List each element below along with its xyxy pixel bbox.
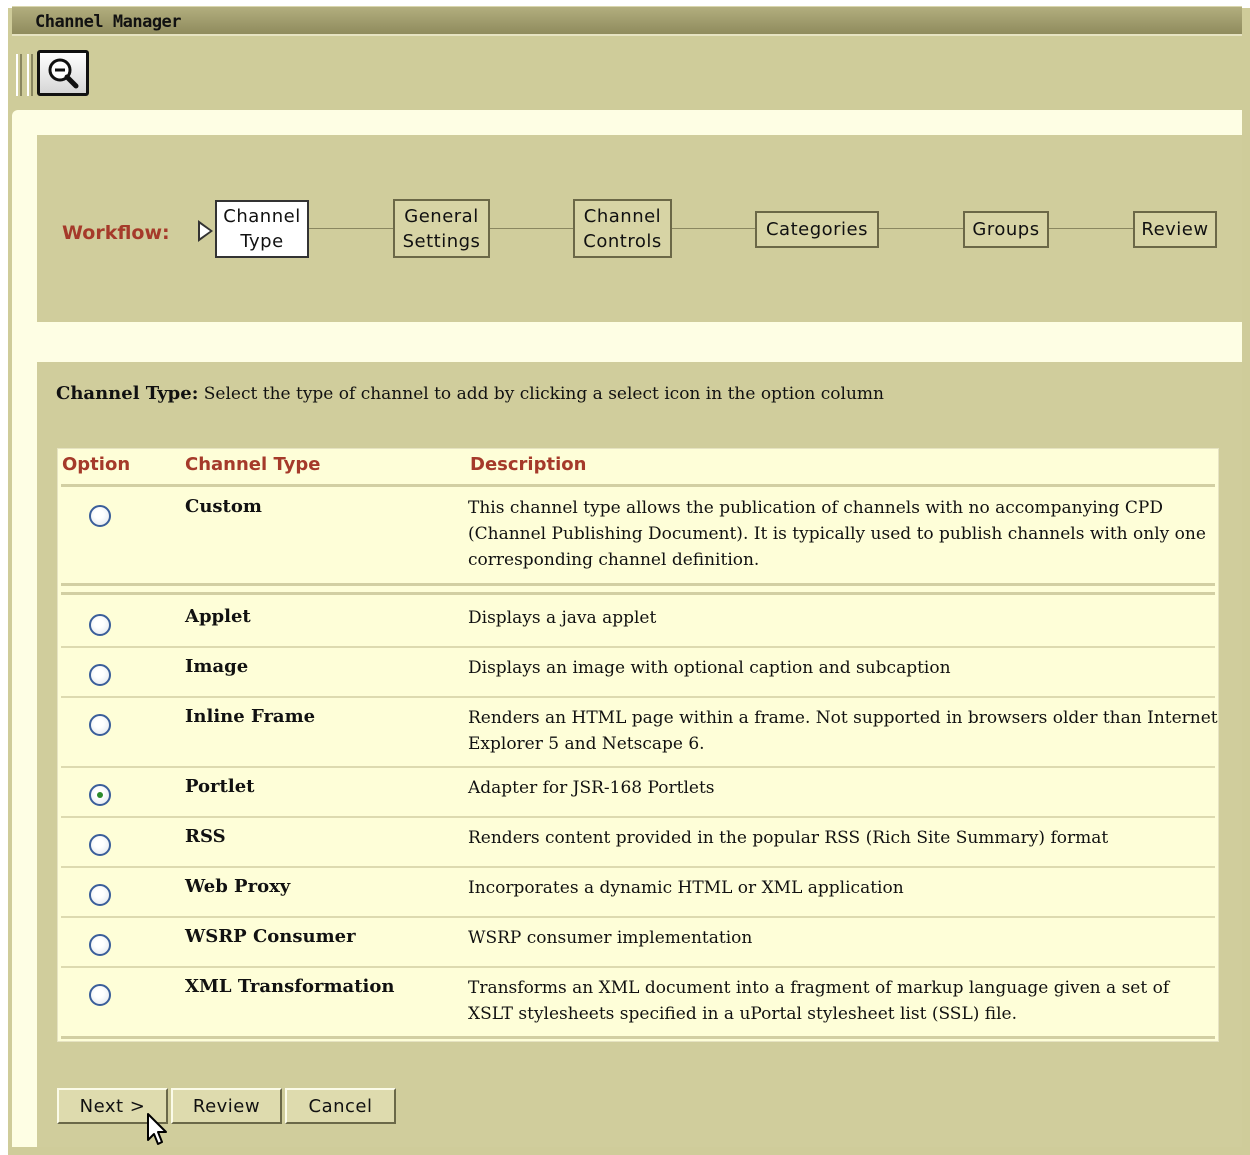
workflow-step-review[interactable]: Review xyxy=(1133,211,1217,248)
zoom-out-icon xyxy=(48,58,79,89)
radio-wsrp-consumer[interactable] xyxy=(89,934,111,956)
workflow-connector xyxy=(307,228,395,229)
review-button[interactable]: Review xyxy=(171,1088,282,1124)
radio-custom[interactable] xyxy=(89,505,111,527)
column-header-option: Option xyxy=(62,454,131,475)
channel-type-description: This channel type allows the publication… xyxy=(468,498,1206,570)
row-divider xyxy=(61,592,1215,595)
row-divider xyxy=(61,766,1215,768)
workflow-step-general-settings[interactable]: General Settings xyxy=(393,199,490,258)
instruction-text: Channel Type: Select the type of channel… xyxy=(56,383,884,404)
channel-type-description: Renders an HTML page within a frame. Not… xyxy=(468,708,1218,754)
row-divider xyxy=(61,966,1215,968)
mouse-cursor-icon xyxy=(147,1113,167,1145)
channel-type-description: WSRP consumer implementation xyxy=(468,928,753,948)
workflow-step-groups[interactable]: Groups xyxy=(963,211,1049,248)
workflow-connector xyxy=(670,228,757,229)
workflow-connector xyxy=(1047,228,1135,229)
radio-image[interactable] xyxy=(89,664,111,686)
channel-type-name: Portlet xyxy=(185,776,255,797)
channel-type-description: Adapter for JSR-168 Portlets xyxy=(468,778,715,798)
column-header-description: Description xyxy=(470,454,587,475)
channel-type-name: Custom xyxy=(185,496,262,517)
workflow-label: Workflow: xyxy=(62,222,170,244)
radio-selected-dot xyxy=(97,792,103,798)
cancel-button[interactable]: Cancel xyxy=(285,1088,396,1124)
workflow-step-channel-type[interactable]: Channel Type xyxy=(215,200,309,258)
workflow-connector xyxy=(877,228,964,229)
zoom-out-button[interactable] xyxy=(37,50,89,96)
radio-xml-transformation[interactable] xyxy=(89,984,111,1006)
instruction-heading: Channel Type: xyxy=(56,383,199,404)
row-divider xyxy=(61,916,1215,918)
channel-type-description: Displays an image with optional caption … xyxy=(468,658,951,678)
row-divider xyxy=(61,866,1215,868)
channel-type-name: WSRP Consumer xyxy=(185,926,356,947)
channel-type-name: Web Proxy xyxy=(185,876,291,897)
toolbar-grip xyxy=(16,54,22,96)
radio-rss[interactable] xyxy=(89,834,111,856)
window-title: Channel Manager xyxy=(35,12,182,32)
row-divider xyxy=(61,583,1215,586)
channel-type-name: XML Transformation xyxy=(185,976,395,997)
row-divider xyxy=(61,696,1215,698)
channel-type-description: Transforms an XML document into a fragme… xyxy=(468,978,1170,1024)
title-bar: Channel Manager xyxy=(12,6,1242,36)
toolbar-grip xyxy=(27,54,33,96)
column-header-channel-type: Channel Type xyxy=(185,454,321,475)
channel-type-name: Inline Frame xyxy=(185,706,316,727)
channel-type-description: Displays a java applet xyxy=(468,608,657,628)
workflow-arrow-inner xyxy=(200,224,210,238)
radio-web-proxy[interactable] xyxy=(89,884,111,906)
channel-type-name: Image xyxy=(185,656,249,677)
workflow-step-categories[interactable]: Categories xyxy=(755,211,879,248)
workflow-connector xyxy=(488,228,575,229)
radio-portlet[interactable] xyxy=(89,784,111,806)
radio-inline-frame[interactable] xyxy=(89,714,111,736)
channel-type-description: Incorporates a dynamic HTML or XML appli… xyxy=(468,878,904,898)
table-bottom-border xyxy=(61,1036,1215,1039)
workflow-step-channel-controls[interactable]: Channel Controls xyxy=(573,199,672,258)
row-divider xyxy=(61,646,1215,648)
header-divider xyxy=(61,484,1215,487)
channel-type-description: Renders content provided in the popular … xyxy=(468,828,1109,848)
row-divider xyxy=(61,816,1215,818)
radio-applet[interactable] xyxy=(89,614,111,636)
channel-type-name: Applet xyxy=(185,606,251,627)
instruction-body: Select the type of channel to add by cli… xyxy=(203,384,884,404)
channel-type-name: RSS xyxy=(185,826,226,847)
